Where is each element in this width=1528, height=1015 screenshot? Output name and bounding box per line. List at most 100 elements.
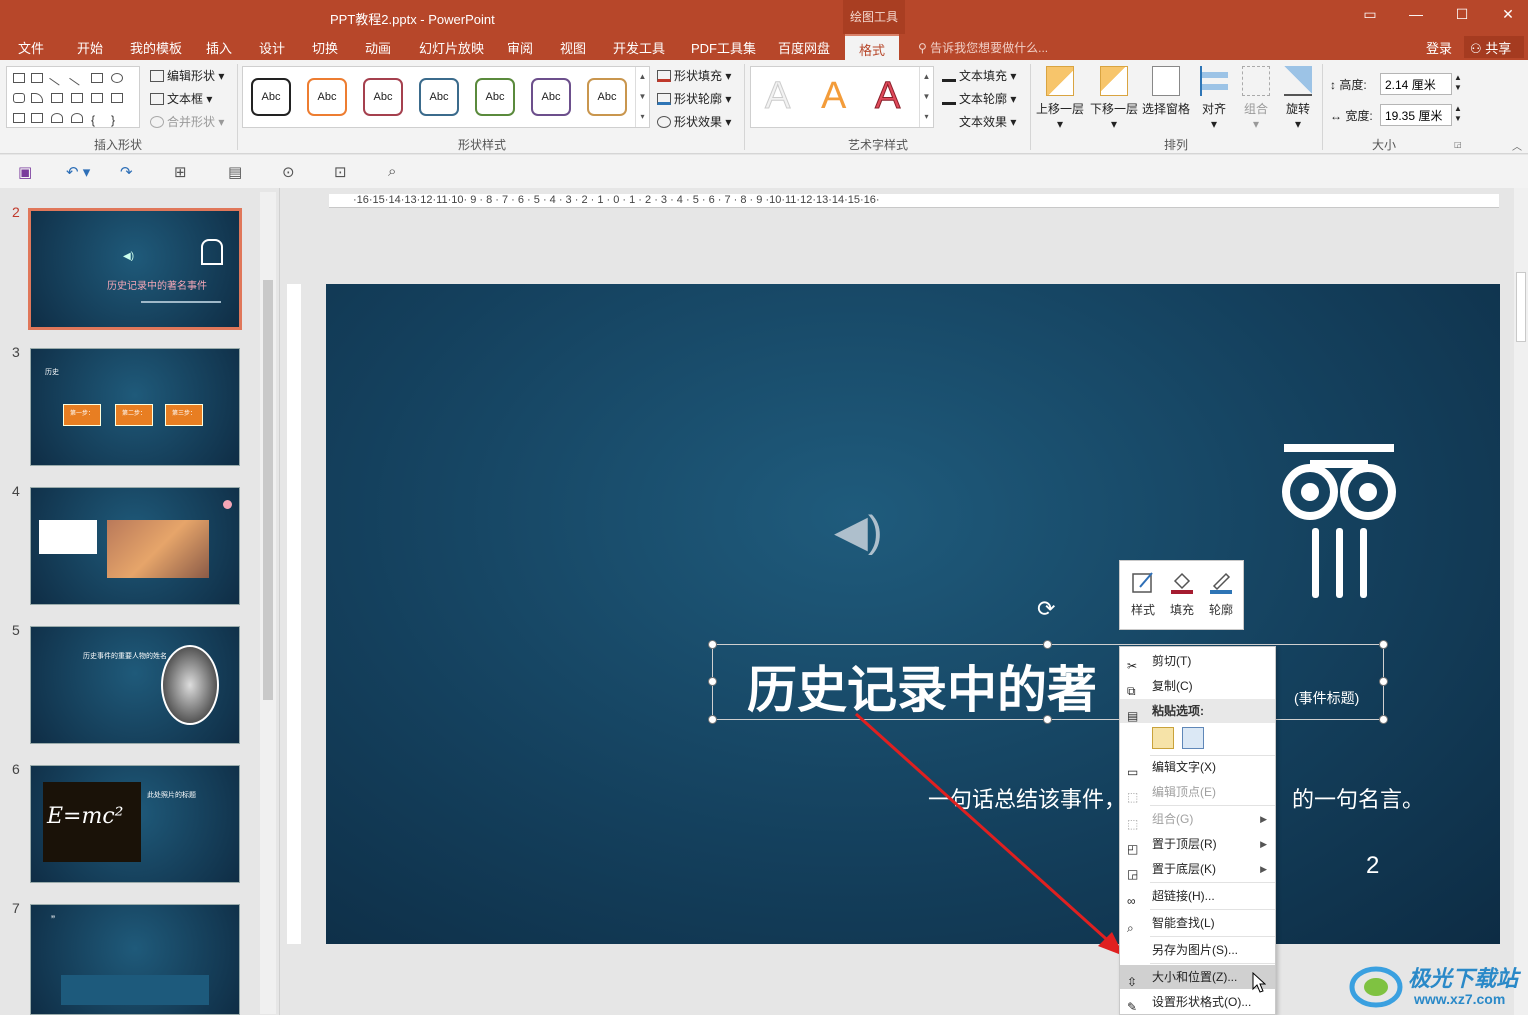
- tab-pdf-tools[interactable]: PDF工具集: [691, 38, 756, 57]
- minimize-button[interactable]: —: [1404, 6, 1428, 28]
- slide-thumbnail-5[interactable]: 历史事件的重要人物的姓名: [30, 626, 240, 744]
- editor-scrollbar[interactable]: [1514, 188, 1528, 1015]
- shape-fill-button[interactable]: 形状填充 ▾: [657, 67, 731, 84]
- tab-baidu-netdisk[interactable]: 百度网盘: [778, 38, 830, 57]
- text-fill-button[interactable]: 文本填充 ▾: [942, 67, 1016, 84]
- text-outline-button[interactable]: 文本轮廓 ▾: [942, 90, 1016, 107]
- menu-item-hyperlink[interactable]: ∞ 超链接(H)...: [1120, 884, 1275, 908]
- menu-item-edit-text[interactable]: ▭ 编辑文字(X): [1120, 755, 1275, 779]
- print-preview-icon[interactable]: ⌕: [388, 163, 396, 180]
- width-spinner[interactable]: ▲ ▼: [1454, 104, 1462, 124]
- presenter-icon[interactable]: ⊡: [334, 163, 347, 181]
- redo-icon[interactable]: ↷: [120, 163, 133, 181]
- tab-file[interactable]: 文件: [18, 38, 44, 57]
- tab-developer[interactable]: 开发工具: [613, 38, 665, 57]
- tab-insert[interactable]: 插入: [206, 38, 232, 57]
- width-input[interactable]: [1380, 104, 1452, 126]
- style-button[interactable]: 样式: [1124, 569, 1162, 618]
- rotate-button[interactable]: 旋转 ▾: [1270, 66, 1326, 131]
- tab-home[interactable]: 开始: [77, 38, 103, 57]
- close-button[interactable]: ✕: [1496, 6, 1520, 28]
- slideshow-start-icon[interactable]: ⊙: [282, 163, 295, 181]
- shape-style-preset[interactable]: Abc: [419, 78, 459, 116]
- login-link[interactable]: 登录: [1426, 38, 1452, 57]
- undo-icon[interactable]: ↶ ▾: [66, 163, 90, 181]
- shape-outline-button[interactable]: 形状轮廓 ▾: [657, 90, 731, 107]
- resize-handle[interactable]: [708, 677, 717, 686]
- menu-item-edit-points[interactable]: ⬚ 编辑顶点(E): [1120, 780, 1275, 804]
- slide-thumbnail-6[interactable]: E=mc² 此处照片的标题: [30, 765, 240, 883]
- slide-thumbnail-3[interactable]: 历史 第一步： 第二步： 第三步：: [30, 348, 240, 466]
- resize-handle[interactable]: [1379, 640, 1388, 649]
- paste-keep-format-icon[interactable]: [1152, 727, 1174, 749]
- slide-thumbnail-2[interactable]: ◀) 历史记录中的著名事件: [28, 208, 242, 330]
- merge-shapes-button[interactable]: 合并形状 ▾: [150, 113, 224, 130]
- slide-title[interactable]: 历史记录中的著: [747, 650, 1097, 722]
- shape-style-preset[interactable]: Abc: [531, 78, 571, 116]
- resize-handle[interactable]: [708, 640, 717, 649]
- shape-style-preset[interactable]: Abc: [251, 78, 291, 116]
- menu-item-copy[interactable]: ⧉ 复制(C): [1120, 674, 1275, 698]
- resize-handle[interactable]: [708, 715, 717, 724]
- tell-me-search[interactable]: ⚲ 告诉我您想要做什么...: [918, 39, 1048, 56]
- menu-item-group[interactable]: ⬚ 组合(G) ▶: [1120, 807, 1275, 831]
- shape-style-preset[interactable]: Abc: [587, 78, 627, 116]
- wordart-preset-orange[interactable]: A: [821, 75, 846, 118]
- share-button[interactable]: ⚇ 共享: [1464, 36, 1524, 58]
- tab-my-templates[interactable]: 我的模板: [130, 38, 182, 57]
- gallery-scroll[interactable]: ▲ ▼ ▾: [919, 67, 933, 127]
- tab-animations[interactable]: 动画: [365, 38, 391, 57]
- tab-format[interactable]: 格式: [845, 34, 900, 60]
- maximize-button[interactable]: ☐: [1450, 6, 1474, 28]
- wordart-preset-white[interactable]: A: [764, 75, 790, 118]
- menu-item-save-as-picture[interactable]: 另存为图片(S)...: [1120, 938, 1275, 962]
- edit-shape-button[interactable]: 编辑形状 ▾: [150, 67, 224, 84]
- size-dialog-launcher-icon[interactable]: ◲: [1454, 140, 1462, 149]
- rotate-handle-icon[interactable]: ⟳: [1037, 596, 1055, 622]
- shape-style-preset[interactable]: Abc: [307, 78, 347, 116]
- collapse-ribbon-icon[interactable]: ︿: [1512, 138, 1522, 153]
- send-backward-button[interactable]: 下移一层 ▾: [1086, 66, 1142, 131]
- shape-effects-button[interactable]: 形状效果 ▾: [657, 113, 731, 130]
- wordart-gallery[interactable]: A A A ▲ ▼ ▾: [750, 66, 934, 128]
- height-spinner[interactable]: ▲ ▼: [1454, 73, 1462, 93]
- speaker-icon[interactable]: ◀): [834, 506, 883, 557]
- shapes-gallery[interactable]: {}: [6, 66, 140, 128]
- text-box-button[interactable]: 文本框 ▾: [150, 90, 212, 107]
- window-title: PPT教程2.pptx - PowerPoint: [330, 12, 495, 27]
- resize-handle[interactable]: [1379, 715, 1388, 724]
- outline-button[interactable]: 轮廓: [1202, 569, 1240, 618]
- gallery-scroll[interactable]: ▲ ▼ ▾: [635, 67, 649, 127]
- new-slide-icon[interactable]: ⊞: [174, 163, 187, 181]
- menu-item-bring-to-front[interactable]: ◰ 置于顶层(R) ▶: [1120, 832, 1275, 856]
- bring-forward-button[interactable]: 上移一层 ▾: [1032, 66, 1088, 131]
- menu-item-cut[interactable]: ✂ 剪切(T): [1120, 649, 1275, 673]
- wordart-preset-red[interactable]: A: [874, 75, 900, 118]
- tab-design[interactable]: 设计: [259, 38, 285, 57]
- text-effects-button[interactable]: 文本效果 ▾: [942, 113, 1016, 130]
- height-input[interactable]: [1380, 73, 1452, 95]
- shape-style-preset[interactable]: Abc: [363, 78, 403, 116]
- menu-item-smart-lookup[interactable]: ⌕ 智能查找(L): [1120, 911, 1275, 935]
- slide-thumbnail-4[interactable]: [30, 487, 240, 605]
- scrollbar-thumb[interactable]: [1516, 272, 1526, 342]
- tab-transitions[interactable]: 切换: [312, 38, 338, 57]
- slide-canvas[interactable]: ◀) ⟳ 历史记录中的著 (事件标题) 一句话总结该事件， 的一句名言。 2: [326, 284, 1500, 944]
- tab-slideshow[interactable]: 幻灯片放映: [419, 38, 484, 57]
- layout-icon[interactable]: ▤: [228, 163, 242, 181]
- ribbon-display-icon[interactable]: ▭: [1358, 6, 1382, 28]
- height-control: ↕ 高度: ▲▼: [1330, 73, 1462, 95]
- fill-button[interactable]: 填充: [1163, 569, 1201, 618]
- paste-as-picture-icon[interactable]: [1182, 727, 1204, 749]
- thumbnails-scrollbar[interactable]: [260, 192, 276, 1014]
- shape-styles-gallery[interactable]: Abc Abc Abc Abc Abc Abc Abc ▲ ▼ ▾: [242, 66, 650, 128]
- resize-handle[interactable]: [1043, 640, 1052, 649]
- resize-handle[interactable]: [1379, 677, 1388, 686]
- save-icon[interactable]: ▣: [18, 163, 32, 181]
- slide-thumbnail-7[interactable]: ”: [30, 904, 240, 1015]
- menu-item-send-to-back[interactable]: ◲ 置于底层(K) ▶: [1120, 857, 1275, 881]
- tab-view[interactable]: 视图: [560, 38, 586, 57]
- tab-review[interactable]: 审阅: [507, 38, 533, 57]
- shape-style-preset[interactable]: Abc: [475, 78, 515, 116]
- scrollbar-thumb[interactable]: [263, 280, 273, 700]
